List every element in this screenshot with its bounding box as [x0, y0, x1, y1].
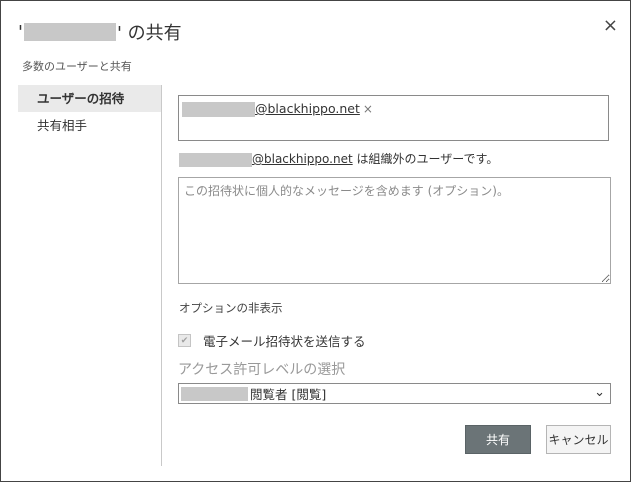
redacted-group-name: [181, 386, 248, 401]
redacted-username: [179, 152, 252, 167]
cancel-button[interactable]: キャンセル: [546, 425, 611, 454]
redacted-item-name: [23, 23, 116, 41]
title-suffix: ' の共有: [116, 23, 182, 44]
close-icon[interactable]: ×: [603, 15, 618, 36]
send-email-label: 電子メール招待状を送信する: [203, 334, 366, 349]
permission-level-value: 閲覧者 [閲覧]: [250, 387, 327, 402]
share-dialog: ' ' の共有 × 多数のユーザーと共有 ユーザーの招待 共有相手 @black…: [0, 0, 631, 482]
permission-level-label: アクセス許可レベルの選択: [178, 362, 346, 378]
dialog-title: ' ' の共有: [18, 19, 182, 45]
warning-email-domain: @blackhippo.net: [252, 152, 353, 166]
chevron-down-icon: ⌄: [594, 385, 605, 400]
external-user-warning: @blackhippo.net は組織外のユーザーです。: [179, 150, 498, 167]
send-email-checkbox[interactable]: ✔: [178, 334, 191, 347]
hide-options-link[interactable]: オプションの非表示: [179, 300, 283, 316]
sidebar: ユーザーの招待 共有相手: [18, 85, 161, 139]
redacted-username: [182, 102, 255, 117]
sidebar-item-invite-users[interactable]: ユーザーの招待: [18, 85, 161, 112]
share-button[interactable]: 共有: [465, 425, 531, 454]
personal-message-input[interactable]: [178, 177, 611, 284]
warning-text: は組織外のユーザーです。: [352, 152, 499, 166]
title-prefix: ': [18, 21, 23, 43]
dialog-subtitle: 多数のユーザーと共有: [22, 60, 132, 73]
send-email-option: ✔ 電子メール招待状を送信する: [178, 331, 366, 350]
recipient-email-domain: @blackhippo.net: [255, 101, 360, 116]
remove-recipient-icon[interactable]: ×: [363, 102, 373, 116]
recipients-input[interactable]: @blackhippo.net ×: [178, 95, 609, 141]
sidebar-item-shared-with[interactable]: 共有相手: [18, 112, 161, 139]
divider: [161, 85, 162, 466]
permission-level-select[interactable]: 閲覧者 [閲覧] ⌄: [178, 383, 611, 404]
